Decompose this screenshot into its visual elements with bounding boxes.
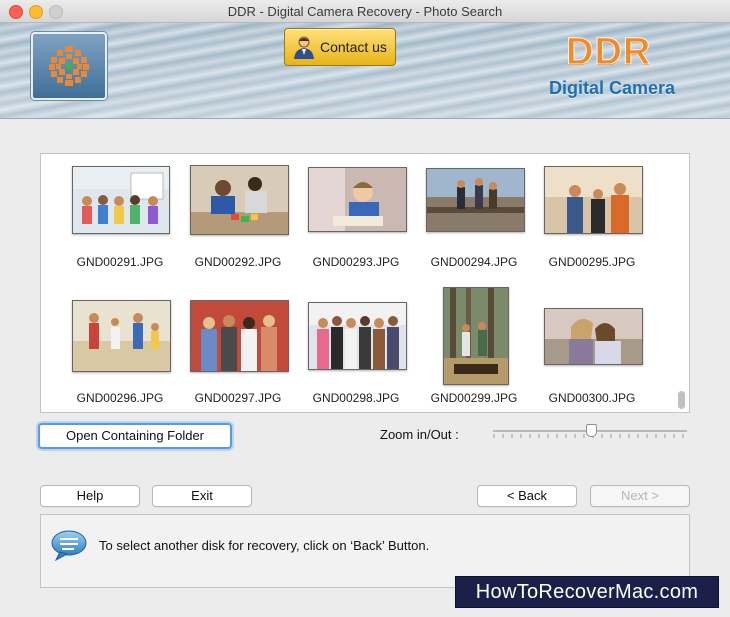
- speech-bubble-icon: [51, 530, 87, 561]
- photo-thumbnail[interactable]: [308, 167, 407, 232]
- photo-thumbnail[interactable]: [443, 287, 509, 385]
- photo-thumbnail[interactable]: [190, 165, 289, 235]
- photo-thumbnail[interactable]: [190, 300, 289, 372]
- zoom-slider-knob[interactable]: [586, 424, 597, 437]
- photo-thumbnail[interactable]: [544, 166, 643, 234]
- status-message: To select another disk for recovery, cli…: [99, 538, 430, 553]
- photo-thumbnail[interactable]: [72, 300, 171, 372]
- title-bar: DDR - Digital Camera Recovery - Photo Se…: [0, 0, 730, 23]
- contact-us-label: Contact us: [320, 39, 387, 55]
- help-button[interactable]: Help: [40, 485, 140, 507]
- file-name: GND00300.JPG: [548, 391, 636, 405]
- file-name: GND00299.JPG: [430, 391, 518, 405]
- brand-title: DDR: [565, 31, 652, 74]
- photo-gallery[interactable]: GND00291.JPG GND00292.JPG GND00293.JPG G…: [40, 153, 690, 413]
- photo-thumbnail[interactable]: [72, 166, 170, 234]
- next-button[interactable]: Next >: [590, 485, 690, 507]
- file-name: GND00297.JPG: [194, 391, 282, 405]
- photo-thumbnail[interactable]: [308, 302, 407, 370]
- back-button[interactable]: < Back: [477, 485, 577, 507]
- watermark-banner: HowToRecoverMac.com: [455, 576, 719, 608]
- file-name: GND00294.JPG: [430, 255, 518, 269]
- gallery-scrollbar[interactable]: [678, 391, 685, 409]
- photo-thumbnail[interactable]: [426, 168, 525, 232]
- file-name: GND00296.JPG: [76, 391, 164, 405]
- file-name: GND00295.JPG: [548, 255, 636, 269]
- product-subtitle: Digital Camera: [549, 78, 676, 98]
- file-name: GND00298.JPG: [312, 391, 400, 405]
- file-name: GND00293.JPG: [312, 255, 400, 269]
- contact-us-button[interactable]: Contact us: [284, 28, 396, 66]
- zoom-label: Zoom in/Out :: [380, 427, 459, 442]
- photo-thumbnail[interactable]: [544, 308, 643, 365]
- window-title: DDR - Digital Camera Recovery - Photo Se…: [227, 4, 503, 19]
- file-name: GND00292.JPG: [194, 255, 282, 269]
- support-person-icon: [294, 36, 314, 59]
- recovery-grid-icon: [49, 46, 89, 86]
- exit-button[interactable]: Exit: [152, 485, 252, 507]
- app-logo: [31, 32, 107, 100]
- file-name: GND00291.JPG: [76, 255, 164, 269]
- open-containing-folder-button[interactable]: Open Containing Folder: [38, 423, 232, 449]
- header-banner: Contact us DDR Digital Camera: [0, 23, 730, 119]
